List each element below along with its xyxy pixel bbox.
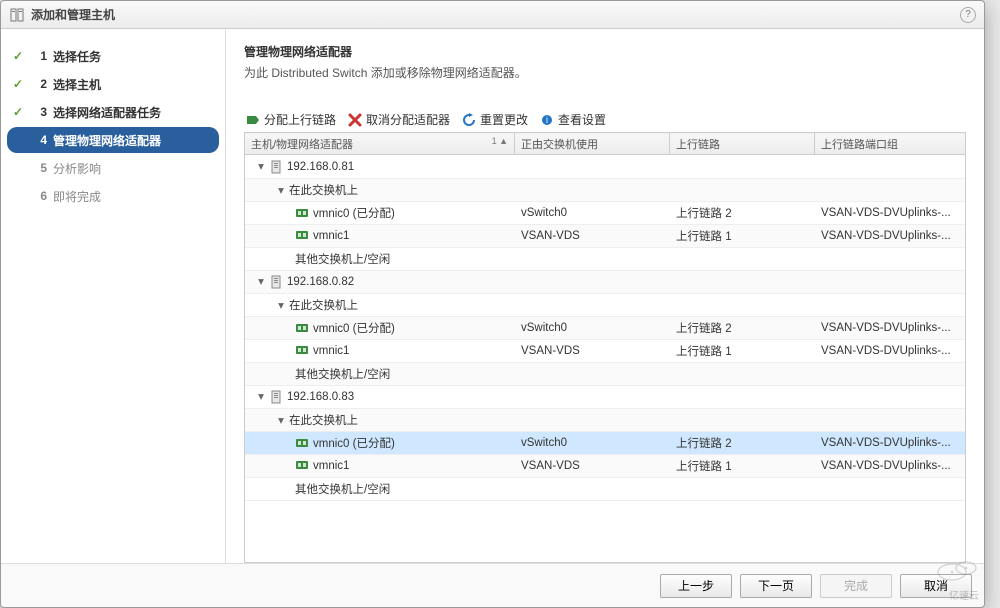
group-row[interactable]: ▾在此交换机上 — [245, 293, 965, 316]
table-row[interactable]: 其他交换机上/空闲 — [245, 362, 965, 385]
collapse-toggle[interactable]: ▾ — [275, 298, 287, 312]
unassign-icon — [348, 113, 362, 127]
collapse-toggle[interactable]: ▾ — [255, 159, 267, 173]
view-settings-icon: i — [540, 113, 554, 127]
group-row[interactable]: ▾在此交换机上 — [245, 408, 965, 431]
step-4[interactable]: 4管理物理网络适配器 — [7, 127, 219, 153]
host-row[interactable]: ▾192.168.0.81 — [245, 155, 965, 178]
nic-icon — [295, 344, 309, 356]
col-uplink[interactable]: 上行链路 — [670, 133, 815, 155]
assign-uplink-icon — [246, 113, 260, 127]
step-1[interactable]: ✓1选择任务 — [7, 43, 219, 69]
collapse-toggle[interactable]: ▾ — [255, 389, 267, 403]
nic-icon — [295, 459, 309, 471]
page-title: 管理物理网络适配器 — [244, 43, 966, 60]
host-row[interactable]: ▾192.168.0.82 — [245, 270, 965, 293]
footer: 上一步 下一页 完成 取消 — [1, 563, 984, 607]
wizard-steps: ✓1选择任务 ✓2选择主机 ✓3选择网络适配器任务 4管理物理网络适配器 5分析… — [1, 29, 226, 563]
check-icon: ✓ — [13, 105, 27, 119]
table-row[interactable]: 其他交换机上/空闲 — [245, 247, 965, 270]
nic-icon — [295, 207, 309, 219]
collapse-toggle[interactable]: ▾ — [255, 274, 267, 288]
cancel-button[interactable]: 取消 — [900, 574, 972, 598]
step-6: 6即将完成 — [7, 183, 219, 209]
dialog-body: ✓1选择任务 ✓2选择主机 ✓3选择网络适配器任务 4管理物理网络适配器 5分析… — [1, 29, 984, 563]
nic-row[interactable]: vmnic1VSAN-VDS上行链路 1VSAN-VDS-DVUplinks-.… — [245, 224, 965, 247]
toolbar: 分配上行链路 取消分配适配器 重置更改 i 查看设置 — [244, 107, 966, 132]
titlebar: 添加和管理主机 ? — [1, 1, 984, 29]
nic-row[interactable]: vmnic0 (已分配)vSwitch0上行链路 2VSAN-VDS-DVUpl… — [245, 316, 965, 339]
col-port[interactable]: 上行链路端口组 — [815, 133, 966, 155]
nic-row[interactable]: vmnic0 (已分配)vSwitch0上行链路 2VSAN-VDS-DVUpl… — [245, 201, 965, 224]
view-settings-label: 查看设置 — [558, 111, 606, 128]
col-inuse[interactable]: 正由交换机使用 — [515, 133, 670, 155]
check-icon: ✓ — [13, 77, 27, 91]
page-description: 为此 Distributed Switch 添加或移除物理网络适配器。 — [244, 64, 966, 81]
collapse-toggle[interactable]: ▾ — [275, 183, 287, 197]
wizard-dialog: 添加和管理主机 ? ✓1选择任务 ✓2选择主机 ✓3选择网络适配器任务 4管理物… — [0, 0, 985, 608]
table-row[interactable]: 其他交换机上/空闲 — [245, 477, 965, 500]
hosts-icon — [9, 7, 25, 23]
reset-button[interactable]: 重置更改 — [462, 111, 528, 128]
col-host[interactable]: 主机/物理网络适配器 — [245, 133, 515, 155]
host-row[interactable]: ▾192.168.0.83 — [245, 385, 965, 408]
nic-row[interactable]: vmnic1VSAN-VDS上行链路 1VSAN-VDS-DVUplinks-.… — [245, 454, 965, 477]
host-icon — [269, 390, 283, 404]
main-panel: 管理物理网络适配器 为此 Distributed Switch 添加或移除物理网… — [226, 29, 984, 563]
step-5: 5分析影响 — [7, 155, 219, 181]
help-icon[interactable]: ? — [960, 7, 976, 23]
adapter-table: 主机/物理网络适配器 正由交换机使用 上行链路 上行链路端口组 — [244, 132, 966, 155]
host-icon — [269, 160, 283, 174]
reset-icon — [462, 113, 476, 127]
collapse-toggle[interactable]: ▾ — [275, 413, 287, 427]
back-button[interactable]: 上一步 — [660, 574, 732, 598]
unassign-label: 取消分配适配器 — [366, 111, 450, 128]
nic-icon — [295, 229, 309, 241]
group-row[interactable]: ▾在此交换机上 — [245, 178, 965, 201]
step-2[interactable]: ✓2选择主机 — [7, 71, 219, 97]
host-icon — [269, 275, 283, 289]
dialog-title: 添加和管理主机 — [31, 6, 115, 23]
nic-row[interactable]: vmnic1VSAN-VDS上行链路 1VSAN-VDS-DVUplinks-.… — [245, 339, 965, 362]
table-body-wrap: ▾192.168.0.81▾在此交换机上vmnic0 (已分配)vSwitch0… — [244, 155, 966, 563]
nic-icon — [295, 322, 309, 334]
view-settings-button[interactable]: i 查看设置 — [540, 111, 606, 128]
finish-button: 完成 — [820, 574, 892, 598]
table-body: ▾192.168.0.81▾在此交换机上vmnic0 (已分配)vSwitch0… — [245, 155, 965, 500]
reset-label: 重置更改 — [480, 111, 528, 128]
nic-row[interactable]: vmnic0 (已分配)vSwitch0上行链路 2VSAN-VDS-DVUpl… — [245, 431, 965, 454]
assign-uplink-label: 分配上行链路 — [264, 111, 336, 128]
svg-text:i: i — [546, 115, 548, 125]
step-3[interactable]: ✓3选择网络适配器任务 — [7, 99, 219, 125]
next-button[interactable]: 下一页 — [740, 574, 812, 598]
assign-uplink-button[interactable]: 分配上行链路 — [246, 111, 336, 128]
check-icon: ✓ — [13, 49, 27, 63]
nic-icon — [295, 437, 309, 449]
unassign-button[interactable]: 取消分配适配器 — [348, 111, 450, 128]
